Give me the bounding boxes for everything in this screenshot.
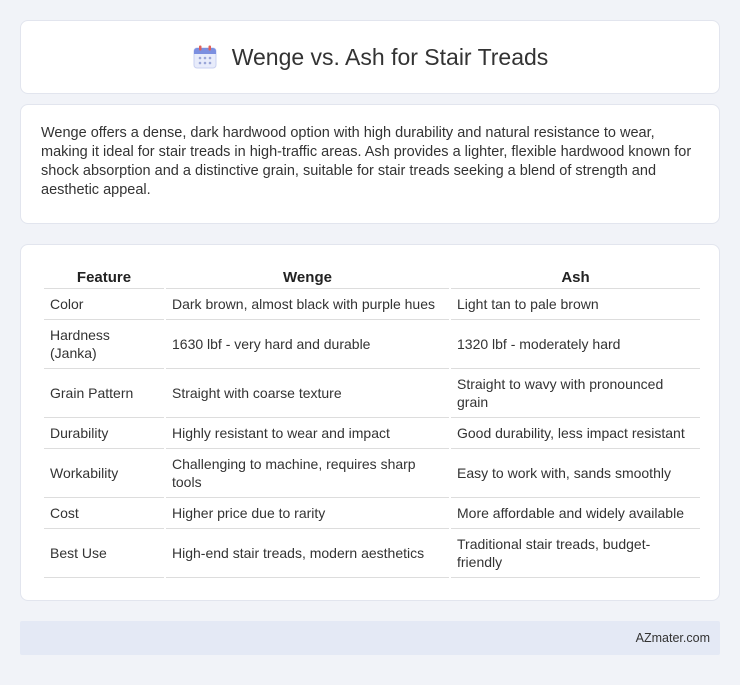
- feature-cell: Grain Pattern: [44, 369, 164, 418]
- wenge-cell: Challenging to machine, requires sharp t…: [166, 449, 449, 498]
- feature-cell: Best Use: [44, 529, 164, 578]
- feature-cell: Color: [44, 289, 164, 320]
- feature-cell: Cost: [44, 498, 164, 529]
- ash-cell: Light tan to pale brown: [451, 289, 700, 320]
- feature-cell: Hardness (Janka): [44, 320, 164, 369]
- footer-site-link[interactable]: AZmater.com: [636, 631, 710, 645]
- table-row: Workability Challenging to machine, requ…: [44, 449, 700, 498]
- comparison-table: Feature Wenge Ash Color Dark brown, almo…: [42, 265, 702, 578]
- wenge-cell: High-end stair treads, modern aesthetics: [166, 529, 449, 578]
- intro-card: Wenge offers a dense, dark hardwood opti…: [20, 104, 720, 224]
- table-row: Hardness (Janka) 1630 lbf - very hard an…: [44, 320, 700, 369]
- page-title: Wenge vs. Ash for Stair Treads: [231, 43, 549, 70]
- footer-bar: AZmater.com: [20, 621, 720, 655]
- wenge-cell: Straight with coarse texture: [166, 369, 449, 418]
- comparison-card: Feature Wenge Ash Color Dark brown, almo…: [20, 244, 720, 601]
- header-feature: Feature: [44, 265, 164, 289]
- feature-cell: Workability: [44, 449, 164, 498]
- title-card: Wenge vs. Ash for Stair Treads: [20, 20, 720, 94]
- wenge-cell: Higher price due to rarity: [166, 498, 449, 529]
- table-header-row: Feature Wenge Ash: [44, 265, 700, 289]
- feature-cell: Durability: [44, 418, 164, 449]
- header-ash: Ash: [451, 265, 700, 289]
- header-wenge: Wenge: [166, 265, 449, 289]
- ash-cell: Straight to wavy with pronounced grain: [451, 369, 700, 418]
- title-wrap: Wenge vs. Ash for Stair Treads: [192, 43, 549, 71]
- calendar-icon: [192, 44, 218, 70]
- table-row: Cost Higher price due to rarity More aff…: [44, 498, 700, 529]
- ash-cell: More affordable and widely available: [451, 498, 700, 529]
- ash-cell: 1320 lbf - moderately hard: [451, 320, 700, 369]
- table-row: Best Use High-end stair treads, modern a…: [44, 529, 700, 578]
- wenge-cell: Dark brown, almost black with purple hue…: [166, 289, 449, 320]
- ash-cell: Good durability, less impact resistant: [451, 418, 700, 449]
- ash-cell: Traditional stair treads, budget-friendl…: [451, 529, 700, 578]
- table-row: Grain Pattern Straight with coarse textu…: [44, 369, 700, 418]
- table-row: Color Dark brown, almost black with purp…: [44, 289, 700, 320]
- table-row: Durability Highly resistant to wear and …: [44, 418, 700, 449]
- wenge-cell: Highly resistant to wear and impact: [166, 418, 449, 449]
- intro-paragraph: Wenge offers a dense, dark hardwood opti…: [41, 125, 692, 198]
- ash-cell: Easy to work with, sands smoothly: [451, 449, 700, 498]
- wenge-cell: 1630 lbf - very hard and durable: [166, 320, 449, 369]
